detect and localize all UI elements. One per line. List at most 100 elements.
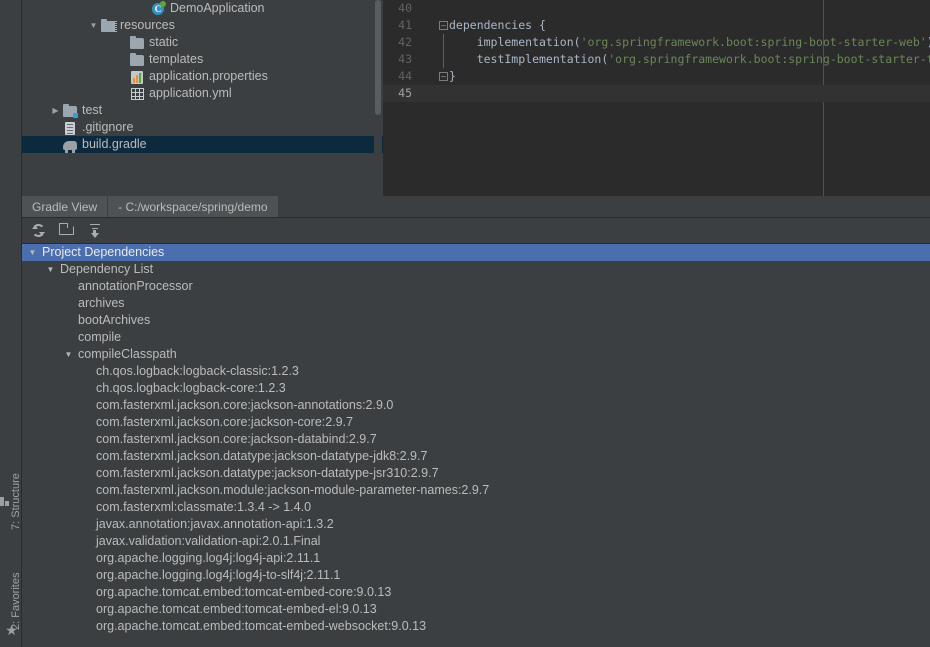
project-tree-row[interactable]: ▶ build.gradle [22, 136, 383, 153]
chevron-right-icon[interactable]: ▶ [49, 102, 62, 119]
gradle-toolbar [22, 218, 930, 244]
open-config-button[interactable] [57, 221, 77, 241]
code-editor[interactable]: 40 41– dependencies {42 implementation('or… [383, 0, 930, 196]
folder-icon [129, 52, 145, 67]
project-tree-row[interactable]: ▶ .gitignore [22, 119, 383, 136]
gradle-tool-window: Gradle View - C:/workspace/spring/demo ▼… [22, 196, 930, 647]
dependency-tree-row-label: org.apache.tomcat.embed:tomcat-embed-web… [96, 619, 427, 633]
collapse-all-button[interactable] [85, 221, 105, 241]
fold-guide-line [443, 51, 444, 68]
dependency-tree-row[interactable]: ▶ bootArchives [22, 312, 930, 329]
project-tree-row-label: resources [120, 18, 175, 32]
yaml-file-icon [129, 87, 145, 101]
line-number: 43 [398, 52, 412, 66]
editor-line: 40 [383, 0, 930, 17]
chevron-down-icon[interactable]: ▼ [87, 17, 100, 34]
dependency-tree-row[interactable]: ▶ org.apache.tomcat.embed:tomcat-embed-el… [22, 601, 930, 618]
line-number: 44 [398, 69, 412, 83]
project-tree-row-label: .gitignore [82, 120, 134, 134]
project-tree-row[interactable]: ▶C DemoApplication [22, 0, 383, 17]
dependency-tree-row[interactable]: ▶ org.apache.logging.log4j:log4j-api:2.11… [22, 550, 930, 567]
open-folder-icon [58, 222, 74, 235]
project-tree-row-label: static [149, 35, 179, 49]
dependency-tree-row[interactable]: ▶ ch.qos.logback:logback-classic:1.2.3 [22, 363, 930, 380]
dependency-tree-row[interactable]: ▶ com.fasterxml:classmate:1.3.4 -> 1.4.0 [22, 499, 930, 516]
project-tree-row[interactable]: ▼ resources [22, 17, 383, 34]
star-icon: ★ [5, 622, 18, 638]
chevron-right-icon: ▶ [63, 295, 74, 312]
dependency-tree-row[interactable]: ▶ javax.annotation:javax.annotation-api:1… [22, 516, 930, 533]
dependency-tree-row[interactable]: ▶ com.fasterxml.jackson.core:jackson-core… [22, 414, 930, 431]
dependency-tree-row-label: bootArchives [78, 313, 151, 327]
dependency-tree[interactable]: ▼ Project Dependencies ▼ Dependency List ▶ an… [22, 244, 930, 647]
project-tree-row[interactable]: ▶ test [22, 102, 383, 119]
dependency-tree-row-label: org.apache.tomcat.embed:tomcat-embed-cor… [96, 585, 392, 599]
tab-project-path[interactable]: - C:/workspace/spring/demo [107, 196, 278, 217]
refresh-button[interactable] [29, 221, 49, 241]
project-tree-row-label: DemoApplication [170, 1, 265, 15]
editor-line: 41 – dependencies { [383, 17, 930, 34]
chevron-right-icon: ▶ [81, 397, 92, 414]
project-tree-row-label: application.properties [149, 69, 268, 83]
dependency-tree-row[interactable]: ▶ com.fasterxml.jackson.datatype:jackson-… [22, 465, 930, 482]
dependency-tree-row-label: ch.qos.logback:logback-core:1.2.3 [96, 381, 286, 395]
dependency-tree-row-label: compileClasspath [78, 347, 177, 361]
project-tree-row-label: build.gradle [82, 137, 147, 151]
project-tree-row[interactable]: ▶ templates [22, 51, 383, 68]
dependency-tree-row-label: com.fasterxml.jackson.core:jackson-core:… [96, 415, 354, 429]
chevron-right-icon: ▶ [137, 0, 150, 17]
chevron-right-icon: ▶ [81, 482, 92, 499]
dependency-tree-row-label: com.fasterxml.jackson.core:jackson-annot… [96, 398, 394, 412]
properties-file-icon [129, 70, 145, 84]
tool-button-structure[interactable]: 7: Structure [0, 452, 22, 552]
dependency-tree-row[interactable]: ▼ compileClasspath [22, 346, 930, 363]
chevron-down-icon[interactable]: ▼ [27, 244, 38, 261]
dependency-tree-row[interactable]: ▼ Project Dependencies [22, 244, 930, 261]
project-tree-row-label: templates [149, 52, 204, 66]
chevron-right-icon: ▶ [81, 465, 92, 482]
dependency-tree-row-label: com.fasterxml:classmate:1.3.4 -> 1.4.0 [96, 500, 312, 514]
tab-gradle-view[interactable]: Gradle View [22, 196, 108, 217]
java-class-icon: C [150, 0, 166, 16]
fold-toggle-icon[interactable]: – [439, 21, 448, 30]
resources-folder-icon [100, 18, 117, 33]
dependency-tree-row[interactable]: ▼ Dependency List [22, 261, 930, 278]
dependency-tree-row-label: com.fasterxml.jackson.datatype:jackson-d… [96, 466, 439, 480]
dependency-tree-row[interactable]: ▶ annotationProcessor [22, 278, 930, 295]
chevron-down-icon[interactable]: ▼ [63, 346, 74, 363]
code-string-literal: 'org.springframework.boot:spring-boot-st… [580, 35, 927, 49]
editor-code-text: dependencies { [449, 18, 546, 32]
dependency-tree-row[interactable]: ▶ compile [22, 329, 930, 346]
project-tree-row[interactable]: ▶ static [22, 34, 383, 51]
dependency-tree-row[interactable]: ▶ com.fasterxml.jackson.core:jackson-anno… [22, 397, 930, 414]
chevron-right-icon: ▶ [63, 278, 74, 295]
dependency-tree-row[interactable]: ▶ org.apache.tomcat.embed:tomcat-embed-co… [22, 584, 930, 601]
dependency-tree-row[interactable]: ▶ com.fasterxml.jackson.core:jackson-data… [22, 431, 930, 448]
editor-code-text: testImplementation('org.springframework.… [449, 51, 930, 68]
chevron-down-icon[interactable]: ▼ [45, 261, 56, 278]
gitignore-file-icon [62, 121, 78, 135]
fold-toggle-icon[interactable]: – [439, 72, 448, 81]
collapse-all-icon [89, 223, 101, 238]
project-tree-row[interactable]: ▶ application.yml [22, 85, 383, 102]
dependency-tree-row[interactable]: ▶ com.fasterxml.jackson.datatype:jackson-… [22, 448, 930, 465]
dependency-tree-row[interactable]: ▶ ch.qos.logback:logback-core:1.2.3 [22, 380, 930, 397]
dependency-tree-row[interactable]: ▶ javax.validation:validation-api:2.0.1.F… [22, 533, 930, 550]
dependency-tree-row[interactable]: ▶ org.apache.logging.log4j:log4j-to-slf4j… [22, 567, 930, 584]
dependency-tree-row[interactable]: ▶ org.apache.tomcat.embed:tomcat-embed-we… [22, 618, 930, 635]
dependency-tree-row[interactable]: ▶ archives [22, 295, 930, 312]
project-scrollbar[interactable] [374, 0, 382, 196]
structure-label: 7: Structure [10, 473, 22, 531]
chevron-right-icon: ▶ [81, 601, 92, 618]
project-scrollbar-thumb[interactable] [375, 0, 381, 115]
chevron-right-icon: ▶ [81, 516, 92, 533]
project-tree-row-label: test [82, 103, 103, 117]
project-tree-row[interactable]: ▶ application.properties [22, 68, 383, 85]
dependency-tree-row-label: javax.annotation:javax.annotation-api:1.… [96, 517, 334, 531]
line-number: 41 [398, 18, 412, 32]
chevron-right-icon: ▶ [81, 380, 92, 397]
tool-window-strip: 7: Structure 2: Favorites ★ [0, 0, 22, 647]
project-tree-panel[interactable]: ▶CDemoApplication▼resources▶static▶templ… [22, 0, 383, 196]
dependency-tree-row[interactable]: ▶ com.fasterxml.jackson.module:jackson-mo… [22, 482, 930, 499]
dependency-tree-row-label: Dependency List [60, 262, 154, 276]
